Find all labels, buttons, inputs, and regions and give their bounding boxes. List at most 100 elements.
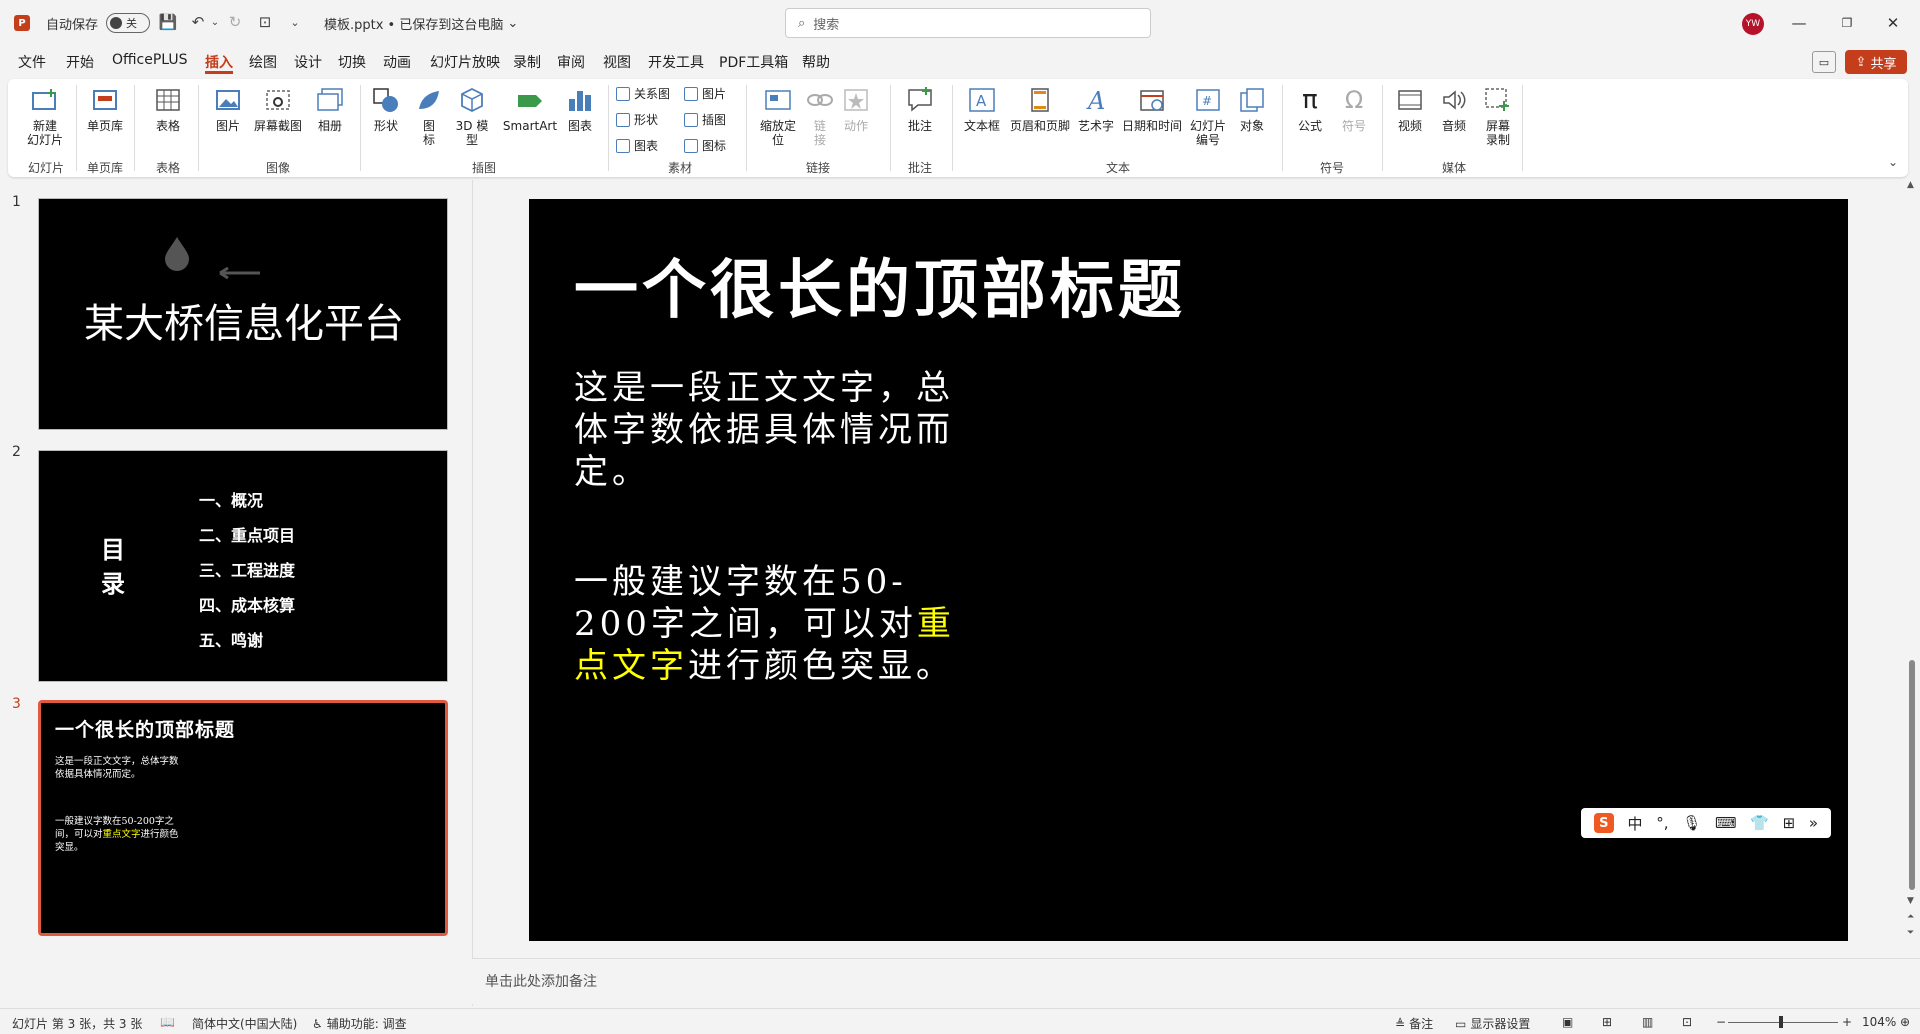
reading-view-icon[interactable]: ▥ bbox=[1642, 1015, 1653, 1029]
chart-button[interactable]: 图表 bbox=[560, 85, 600, 133]
album-button[interactable]: 相册 bbox=[310, 85, 350, 133]
customize-qat-icon[interactable]: ⌄ bbox=[285, 12, 305, 32]
notes-pane[interactable]: 单击此处添加备注 bbox=[472, 958, 1920, 1004]
date-time-button[interactable]: 日期和时间 bbox=[1120, 85, 1184, 133]
header-footer-button[interactable]: 页眉和页脚 bbox=[1008, 85, 1072, 133]
next-slide-icon[interactable]: ⏷ bbox=[1907, 928, 1914, 938]
new-slide-button[interactable]: 新建 幻灯片 bbox=[20, 85, 70, 147]
tab-home[interactable]: 开始 bbox=[66, 52, 94, 74]
vertical-scrollbar[interactable]: ▲ ▼ ⏶ ⏷ bbox=[1905, 180, 1919, 946]
symbol-button[interactable]: Ω 符号 bbox=[1334, 85, 1374, 133]
material-picture-button[interactable]: 图片 bbox=[684, 85, 726, 102]
document-title[interactable]: 模板.pptx • 已保存到这台电脑 ⌄ bbox=[324, 14, 518, 33]
material-icon-button[interactable]: 图标 bbox=[684, 137, 726, 154]
slideshow-icon[interactable]: ⊡ bbox=[1682, 1015, 1692, 1029]
slide-sorter-icon[interactable]: ⊞ bbox=[1602, 1015, 1612, 1029]
share-button[interactable]: ⇪ 共享 bbox=[1845, 50, 1907, 74]
tab-animations[interactable]: 动画 bbox=[383, 52, 411, 74]
table-button[interactable]: 表格 bbox=[148, 85, 188, 133]
material-shape-button[interactable]: 形状 bbox=[616, 111, 658, 128]
close-icon[interactable]: ✕ bbox=[1878, 10, 1908, 36]
keyboard-icon[interactable]: ⌨ bbox=[1715, 814, 1737, 832]
action-button[interactable]: 动作 bbox=[838, 85, 874, 133]
slide-paragraph-2[interactable]: 一般建议字数在50-200字之间，可以对重点文字进行颜色突显。 bbox=[574, 561, 974, 687]
tab-developer[interactable]: 开发工具 bbox=[648, 52, 704, 74]
material-relation-button[interactable]: 关系图 bbox=[616, 85, 670, 102]
notes-toggle[interactable]: ≜ 备注 bbox=[1395, 1015, 1433, 1032]
scroll-thumb[interactable] bbox=[1909, 660, 1915, 890]
wordart-button[interactable]: A 艺术字 bbox=[1074, 85, 1118, 133]
scroll-down-icon[interactable]: ▼ bbox=[1907, 896, 1914, 906]
tab-file[interactable]: 文件 bbox=[18, 52, 46, 74]
link-button[interactable]: 链 接 bbox=[804, 85, 836, 147]
autosave-toggle[interactable]: 关 bbox=[106, 13, 151, 33]
skin-icon[interactable]: 👕 bbox=[1750, 814, 1769, 832]
tab-design[interactable]: 设计 bbox=[294, 52, 322, 74]
scroll-up-icon[interactable]: ▲ bbox=[1907, 180, 1914, 190]
notes-placeholder[interactable]: 单击此处添加备注 bbox=[485, 971, 597, 991]
slide-paragraph-1[interactable]: 这是一段正文文字，总体字数依据具体情况而定。 bbox=[574, 367, 974, 493]
3d-model-button[interactable]: 3D 模 型 bbox=[450, 85, 494, 147]
slide-number-button[interactable]: # 幻灯片 编号 bbox=[1186, 85, 1230, 147]
redo-icon[interactable]: ↻ bbox=[225, 12, 245, 32]
collapse-ribbon-icon[interactable]: ⌄ bbox=[1888, 155, 1898, 169]
present-icon[interactable]: ⊡ bbox=[255, 12, 275, 32]
picture-button[interactable]: 图片 bbox=[208, 85, 248, 133]
audio-button[interactable]: 音频 bbox=[1434, 85, 1474, 133]
ime-mode[interactable]: 中 bbox=[1628, 813, 1643, 834]
search-input[interactable]: ⌕ 搜索 bbox=[785, 8, 1151, 38]
tab-view[interactable]: 视图 bbox=[603, 52, 631, 74]
slide-thumbnail-2[interactable]: 目 录 一、概况 二、重点项目 三、工程进度 四、成本核算 五、鸣谢 bbox=[38, 450, 448, 682]
slide-thumbnail-1[interactable]: 某大桥信息化平台 bbox=[38, 198, 448, 430]
object-button[interactable]: 对象 bbox=[1232, 85, 1272, 133]
tab-officeplus[interactable]: OfficePLUS bbox=[112, 52, 188, 74]
icons-button[interactable]: 图 标 bbox=[412, 85, 446, 147]
restore-icon[interactable]: ❐ bbox=[1832, 10, 1862, 36]
screenshot-button[interactable]: 屏幕截图 bbox=[250, 85, 306, 133]
tab-record[interactable]: 录制 bbox=[513, 52, 541, 74]
more-icon[interactable]: » bbox=[1809, 814, 1818, 832]
zoom-out-icon[interactable]: − bbox=[1716, 1015, 1726, 1029]
tab-insert[interactable]: 插入 bbox=[205, 52, 233, 74]
save-icon[interactable]: 💾 bbox=[158, 12, 178, 32]
punctuation-icon[interactable]: °, bbox=[1656, 814, 1668, 832]
slide-library-button[interactable]: 单页库 bbox=[82, 85, 128, 133]
undo-dropdown-icon[interactable]: ⌄ bbox=[205, 12, 225, 32]
video-button[interactable]: 视频 bbox=[1390, 85, 1430, 133]
tab-slideshow[interactable]: 幻灯片放映 bbox=[430, 52, 500, 74]
shapes-button[interactable]: 形状 bbox=[366, 85, 406, 133]
ime-toolbar[interactable]: S 中 °, 🎙 ⌨ 👕 ⊞ » bbox=[1581, 808, 1831, 838]
minimize-icon[interactable]: — bbox=[1784, 10, 1814, 36]
equation-button[interactable]: π 公式 bbox=[1290, 85, 1330, 133]
tab-help[interactable]: 帮助 bbox=[802, 52, 830, 74]
comment-button[interactable]: 批注 bbox=[898, 85, 942, 133]
spelling-icon[interactable]: 📖 bbox=[160, 1015, 175, 1029]
zoom-slider-thumb[interactable] bbox=[1779, 1016, 1783, 1028]
textbox-button[interactable]: A 文本框 bbox=[960, 85, 1004, 133]
tab-draw[interactable]: 绘图 bbox=[249, 52, 277, 74]
avatar[interactable]: YW bbox=[1742, 13, 1764, 35]
display-settings[interactable]: ▭ 显示器设置 bbox=[1455, 1015, 1530, 1032]
normal-view-icon[interactable]: ▣ bbox=[1562, 1015, 1573, 1029]
tab-review[interactable]: 审阅 bbox=[557, 52, 585, 74]
material-chart-button[interactable]: 图表 bbox=[616, 137, 658, 154]
zoom-button[interactable]: 缩放定 位 bbox=[756, 85, 800, 147]
comments-icon[interactable]: ▭ bbox=[1812, 51, 1836, 73]
accessibility-status[interactable]: ♿ 辅助功能: 调查 bbox=[312, 1015, 407, 1032]
material-illustration-button[interactable]: 插图 bbox=[684, 111, 726, 128]
screen-record-button[interactable]: 屏幕 录制 bbox=[1478, 85, 1518, 147]
language-indicator[interactable]: 简体中文(中国大陆) bbox=[192, 1015, 297, 1032]
autosave[interactable]: 自动保存 关 bbox=[46, 13, 151, 33]
zoom-slider[interactable] bbox=[1728, 1022, 1838, 1023]
toolbox-icon[interactable]: ⊞ bbox=[1783, 814, 1796, 832]
tab-transitions[interactable]: 切换 bbox=[338, 52, 366, 74]
slide-thumbnail-3[interactable]: 一个很长的顶部标题 这是一段正文文字，总体字数依据具体情况而定。 一般建议字数在… bbox=[38, 700, 448, 936]
smartart-button[interactable]: SmartArt bbox=[498, 85, 562, 133]
zoom-level[interactable]: 104% bbox=[1862, 1015, 1896, 1029]
previous-slide-icon[interactable]: ⏶ bbox=[1907, 912, 1914, 922]
zoom-in-icon[interactable]: + bbox=[1842, 1015, 1852, 1029]
microphone-icon[interactable]: 🎙 bbox=[1682, 814, 1701, 832]
tab-pdf-toolbox[interactable]: PDF工具箱 bbox=[719, 52, 788, 74]
fit-to-window-icon[interactable]: ⊕ bbox=[1900, 1015, 1910, 1029]
slide-title[interactable]: 一个很长的顶部标题 bbox=[574, 239, 1186, 331]
